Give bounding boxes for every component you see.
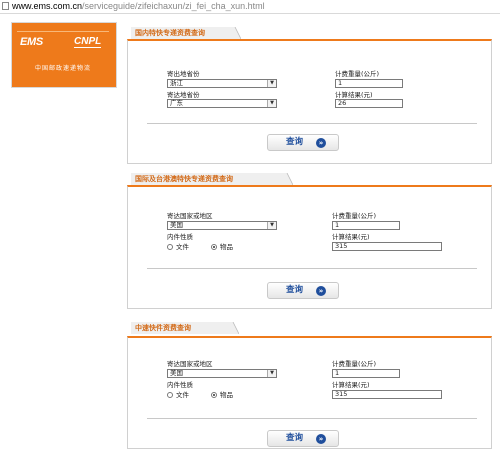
intl-radio-goods-label: 物品 [220,243,233,251]
result-field[interactable]: 26 [335,99,403,108]
origin-value: 浙江 [170,79,183,87]
query-button-label: 查询 [286,137,304,147]
weight-label: 计费重量(公斤) [335,70,380,78]
express-radio-document-label: 文件 [176,391,189,399]
express-result-label: 计算结果(元) [332,381,370,389]
arrow-right-icon: » [316,286,326,296]
page-icon [2,2,9,10]
query-button-label: 查询 [286,433,304,443]
url-text[interactable]: www.ems.com.cn/serviceguide/zifeichaxun/… [12,1,265,12]
intl-radio-document[interactable] [167,244,173,250]
logo-divider [17,31,109,32]
intl-country-select[interactable]: 美国 ▼ [167,221,277,230]
domestic-divider [147,123,477,124]
domestic-query-button[interactable]: 查询 » [267,134,339,151]
express-country-value: 美国 [170,369,183,377]
weight-input[interactable]: 1 [335,79,403,88]
express-radio-goods-label: 物品 [220,391,233,399]
arrow-right-icon: » [316,138,326,148]
express-title-tab-icon [227,322,239,334]
express-result-field[interactable]: 315 [332,390,442,399]
dest-label: 寄达地省份 [167,91,200,99]
international-title-tab-icon [281,173,293,185]
express-type-label: 内件性质 [167,381,193,389]
intl-radio-goods[interactable] [211,244,217,250]
query-button-label: 查询 [286,285,304,295]
domestic-section-title: 国内特快专递资费查询 [131,27,229,39]
chevron-down-icon[interactable]: ▼ [267,370,276,377]
intl-query-button[interactable]: 查询 » [267,282,339,299]
intl-type-label: 内件性质 [167,233,193,241]
intl-weight-label: 计费重量(公斤) [332,212,377,220]
intl-country-value: 美国 [170,221,183,229]
logo-subtitle: 中国邮政速递物流 [34,65,91,72]
intl-country-label: 寄达国家或地区 [167,212,213,220]
chevron-down-icon[interactable]: ▼ [267,222,276,229]
domestic-title-tab-icon [229,27,241,39]
origin-select[interactable]: 浙江 ▼ [167,79,277,88]
international-section-title: 国际及台港澳特快专递资费查询 [131,173,281,185]
express-query-button[interactable]: 查询 » [267,430,339,447]
dest-value: 广东 [170,99,183,107]
express-radio-goods[interactable] [211,392,217,398]
express-country-select[interactable]: 美国 ▼ [167,369,277,378]
origin-label: 寄出地省份 [167,70,200,78]
express-weight-input[interactable]: 1 [332,369,400,378]
express-weight-label: 计费重量(公斤) [332,360,377,368]
intl-radio-document-label: 文件 [176,243,189,251]
intl-result-label: 计算结果(元) [332,233,370,241]
intl-divider [147,268,477,269]
intl-result-field[interactable]: 315 [332,242,442,251]
express-country-label: 寄达国家或地区 [167,360,213,368]
arrow-right-icon: » [316,434,326,444]
dest-select[interactable]: 广东 ▼ [167,99,277,108]
address-bar[interactable]: www.ems.com.cn/serviceguide/zifeichaxun/… [0,0,500,14]
url-path: /serviceguide/zifeichaxun/zi_fei_cha_xun… [82,1,265,11]
logo-cnpl-text: CNPL [74,36,102,48]
express-divider [147,418,477,419]
chevron-down-icon[interactable]: ▼ [267,80,276,87]
logo-ems-text: EMS [20,36,43,48]
intl-weight-input[interactable]: 1 [332,221,400,230]
result-label: 计算结果(元) [335,91,373,99]
url-host: www.ems.com.cn [12,1,83,11]
chevron-down-icon[interactable]: ▼ [267,100,276,107]
express-section-title: 中速快件资费查询 [131,322,227,334]
express-radio-document[interactable] [167,392,173,398]
